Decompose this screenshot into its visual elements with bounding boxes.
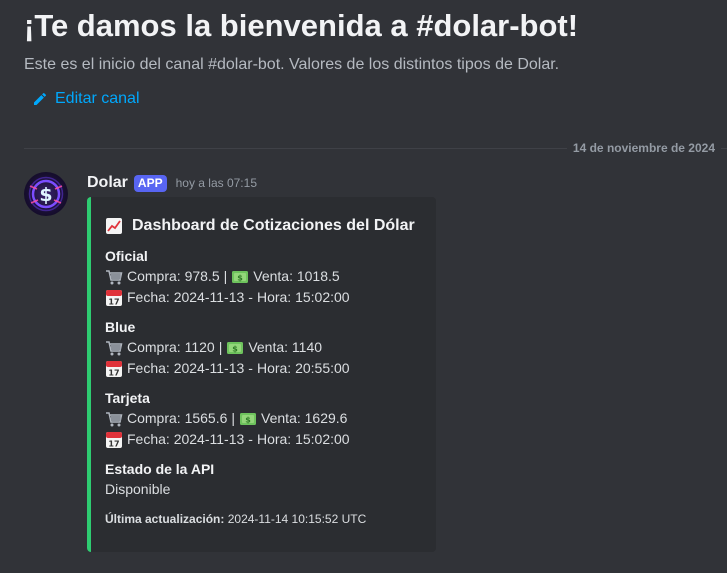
separator: | bbox=[231, 410, 236, 426]
fecha-label: Fecha: bbox=[127, 431, 170, 447]
avatar[interactable]: $ bbox=[24, 172, 68, 216]
fecha-hora-line: 17 Fecha: 2024-11-13 - Hora: 15:02:00 bbox=[105, 287, 422, 308]
fecha-label: Fecha: bbox=[127, 360, 170, 376]
embed-field-status: Estado de la API Disponible bbox=[105, 459, 422, 500]
compra-label: Compra: bbox=[127, 268, 181, 284]
fecha-hora-line: 17 Fecha: 2024-11-13 - Hora: 15:02:00 bbox=[105, 429, 422, 450]
svg-text:$: $ bbox=[237, 273, 243, 282]
chart-increasing-icon bbox=[106, 218, 122, 234]
venta-label: Venta: bbox=[253, 268, 293, 284]
hora-label: Hora: bbox=[256, 360, 292, 376]
embed-field-rate: Tarjeta Compra: 1565.6 | $ Venta: 1629.6… bbox=[105, 388, 422, 450]
fecha-label: Fecha: bbox=[127, 289, 170, 305]
compra-value: 978.5 bbox=[184, 268, 220, 284]
svg-text:17: 17 bbox=[108, 439, 119, 448]
divider-date: 14 de noviembre de 2024 bbox=[566, 141, 721, 155]
dollar-avatar-icon: $ bbox=[28, 176, 64, 212]
edit-channel-label: Editar canal bbox=[55, 90, 140, 107]
embed-card: Dashboard de Cotizaciones del Dólar Ofic… bbox=[87, 197, 436, 552]
svg-text:$: $ bbox=[245, 415, 251, 424]
footer-timestamp: 2024-11-14 10:15:52 UTC bbox=[227, 512, 367, 526]
embed-field-rate: Oficial Compra: 978.5 | $ Venta: 1018.5 … bbox=[105, 246, 422, 308]
embed-footer: Última actualización: 2024-11-14 10:15:5… bbox=[105, 512, 422, 526]
venta-label: Venta: bbox=[248, 339, 289, 355]
compra-label: Compra: bbox=[127, 410, 181, 426]
svg-text:17: 17 bbox=[108, 368, 119, 377]
compra-value: 1565.6 bbox=[184, 410, 228, 426]
hora-value: 15:02:00 bbox=[295, 431, 350, 447]
hora-label: Hora: bbox=[256, 289, 292, 305]
welcome-subtitle: Este es el inicio del canal #dolar-bot. … bbox=[24, 56, 560, 73]
venta-value: 1629.6 bbox=[304, 410, 348, 426]
field-name: Oficial bbox=[105, 248, 148, 264]
calendar-icon: 17 bbox=[106, 431, 122, 448]
footer-label: Última actualización: bbox=[105, 512, 225, 526]
fecha-value: 2024-11-13 bbox=[173, 431, 245, 447]
dash-separator: - bbox=[248, 360, 253, 376]
embed-field-rate: Blue Compra: 1120 | $ Venta: 1140 17 Fec… bbox=[105, 317, 422, 379]
embed-title-text: Dashboard de Cotizaciones del Dólar bbox=[132, 217, 415, 234]
calendar-icon: 17 bbox=[106, 289, 122, 306]
venta-value: 1140 bbox=[291, 339, 323, 355]
embed-title: Dashboard de Cotizaciones del Dólar bbox=[105, 215, 422, 237]
field-value: Disponible bbox=[105, 481, 171, 497]
channel-welcome: ¡Te damos la bienvenida a #dolar-bot! Es… bbox=[24, 4, 714, 108]
hora-value: 15:02:00 bbox=[295, 289, 350, 305]
compra-venta-line: Compra: 1120 | $ Venta: 1140 bbox=[105, 337, 422, 358]
shopping-cart-icon bbox=[106, 411, 123, 426]
separator: | bbox=[218, 339, 223, 355]
pencil-icon bbox=[34, 92, 46, 105]
shopping-cart-icon bbox=[106, 269, 123, 284]
venta-value: 1018.5 bbox=[296, 268, 340, 284]
dash-separator: - bbox=[248, 289, 253, 305]
svg-text:$: $ bbox=[39, 184, 52, 206]
separator: | bbox=[223, 268, 228, 284]
field-name: Tarjeta bbox=[105, 390, 150, 406]
fecha-hora-line: 17 Fecha: 2024-11-13 - Hora: 20:55:00 bbox=[105, 358, 422, 379]
shopping-cart-icon bbox=[106, 340, 123, 355]
author-name[interactable]: Dolar bbox=[87, 174, 128, 192]
compra-value: 1120 bbox=[184, 339, 215, 355]
money-icon: $ bbox=[232, 270, 249, 283]
message-timestamp: hoy a las 07:15 bbox=[175, 176, 257, 190]
message-header: Dolar APP hoy a las 07:15 bbox=[87, 174, 257, 192]
svg-text:17: 17 bbox=[108, 297, 119, 306]
app-badge: APP bbox=[133, 174, 167, 192]
money-icon: $ bbox=[240, 412, 257, 425]
svg-text:$: $ bbox=[233, 344, 239, 353]
calendar-icon: 17 bbox=[106, 360, 122, 377]
fecha-value: 2024-11-13 bbox=[173, 360, 245, 376]
field-name: Estado de la API bbox=[105, 461, 215, 477]
hora-value: 20:55:00 bbox=[295, 360, 350, 376]
compra-venta-line: Compra: 1565.6 | $ Venta: 1629.6 bbox=[105, 408, 422, 429]
compra-venta-line: Compra: 978.5 | $ Venta: 1018.5 bbox=[105, 266, 422, 287]
fecha-value: 2024-11-13 bbox=[173, 289, 245, 305]
hora-label: Hora: bbox=[256, 431, 292, 447]
money-icon: $ bbox=[227, 341, 244, 354]
dash-separator: - bbox=[248, 431, 253, 447]
field-name: Blue bbox=[105, 319, 136, 335]
venta-label: Venta: bbox=[261, 410, 301, 426]
edit-channel-link[interactable]: Editar canal bbox=[32, 90, 140, 108]
welcome-title: ¡Te damos la bienvenida a #dolar-bot! bbox=[24, 8, 579, 43]
compra-label: Compra: bbox=[127, 339, 181, 355]
